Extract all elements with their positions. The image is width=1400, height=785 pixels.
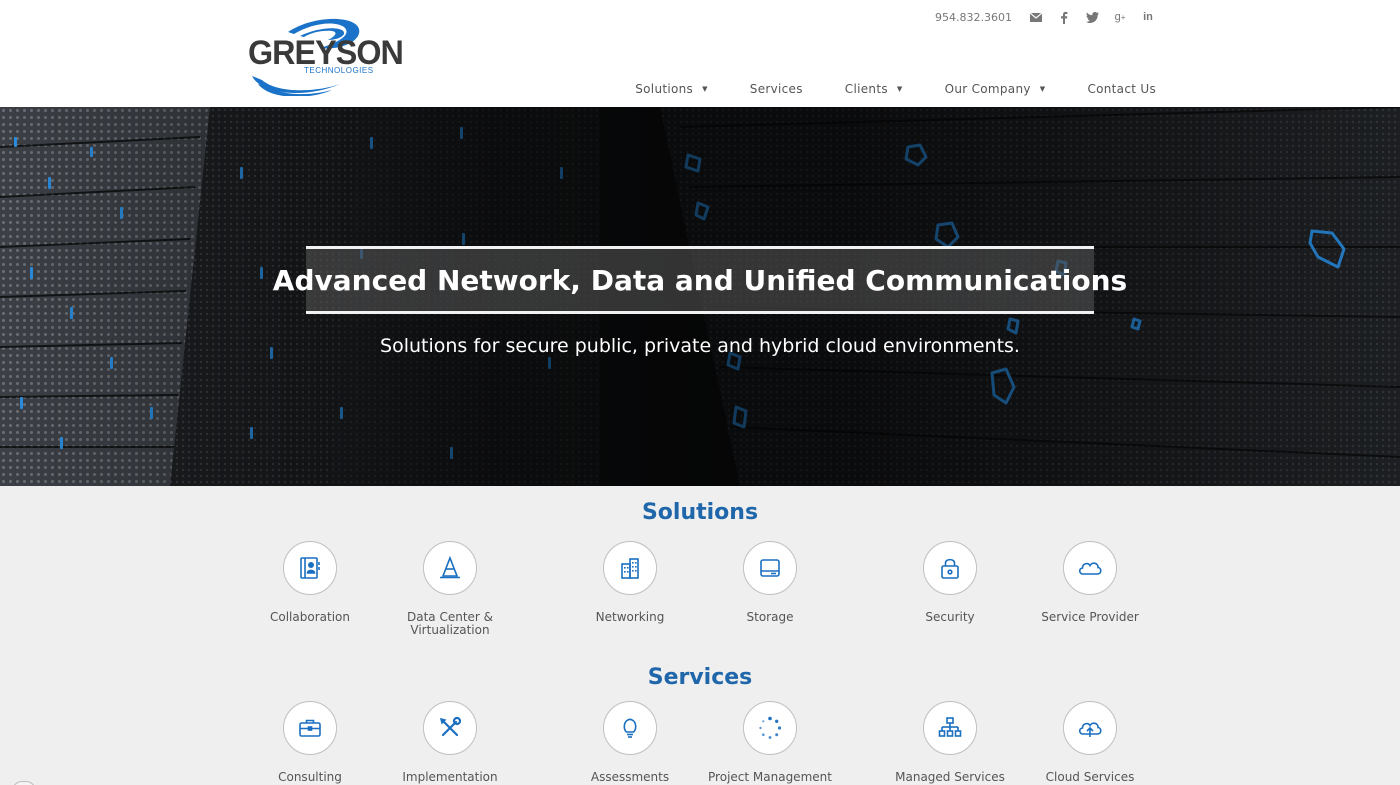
solutions-heading: Solutions [641, 500, 759, 525]
top-contact-bar: 954.832.3601 g + in [935, 8, 1156, 26]
solution-label: Networking [595, 610, 665, 624]
service-consulting[interactable]: Consulting [235, 701, 385, 784]
tools-icon [423, 701, 477, 755]
hard-drive-icon [743, 541, 797, 595]
service-label: Cloud Services [1045, 770, 1135, 784]
nav-services[interactable]: Services [750, 82, 803, 96]
email-icon[interactable] [1028, 9, 1044, 25]
solution-service-provider[interactable]: Service Provider [1015, 541, 1165, 624]
hero-title: Advanced Network, Data and Unified Commu… [272, 263, 1128, 297]
main-navigation: Solutions ▼ Services Clients ▼ Our Company… [593, 82, 1156, 96]
service-managed-services[interactable]: Managed Services [875, 701, 1025, 784]
linkedin-icon[interactable]: in [1140, 9, 1156, 25]
service-project-management[interactable]: Project Management [695, 701, 845, 784]
address-book-icon [283, 541, 337, 595]
solution-label: Collaboration [270, 610, 350, 624]
nav-solutions[interactable]: Solutions ▼ [635, 82, 708, 96]
services-heading: Services [647, 665, 753, 690]
spinner-icon [743, 701, 797, 755]
caret-down-icon: ▼ [702, 85, 708, 93]
solution-collaboration[interactable]: Collaboration [235, 541, 385, 624]
site-header: GREYSON TECHNOLOGIES 954.832.3601 g + in … [0, 0, 1400, 107]
caret-down-icon: ▼ [1039, 85, 1046, 93]
service-cloud-services[interactable]: Cloud Services [1015, 701, 1165, 784]
solution-security[interactable]: Security [875, 541, 1025, 624]
service-label: Consulting [278, 770, 342, 784]
service-label: Assessments [590, 770, 670, 784]
cloud-upload-icon [1063, 701, 1117, 755]
lightbulb-icon [603, 701, 657, 755]
solution-label: Security [925, 610, 975, 624]
solution-data-center[interactable]: Data Center & Virtualization [375, 541, 525, 637]
briefcase-icon [283, 701, 337, 755]
facebook-icon[interactable] [1056, 9, 1072, 25]
service-assessments[interactable]: Assessments [555, 701, 705, 784]
hero-subtitle: Solutions for secure public, private and… [380, 335, 1020, 357]
nav-our-company[interactable]: Our Company ▼ [945, 82, 1046, 96]
caret-down-icon: ▼ [896, 85, 903, 93]
nav-clients[interactable]: Clients ▼ [845, 82, 903, 96]
cloud-icon [1063, 541, 1117, 595]
service-label: Managed Services [895, 770, 1005, 784]
sitemap-icon [923, 701, 977, 755]
phone-number[interactable]: 954.832.3601 [935, 11, 1012, 24]
building-icon [603, 541, 657, 595]
google-plus-icon[interactable]: g + [1112, 9, 1128, 25]
cone-icon [423, 541, 477, 595]
solution-networking[interactable]: Networking [555, 541, 705, 624]
scroll-top-button[interactable] [12, 781, 36, 785]
twitter-icon[interactable] [1084, 9, 1100, 25]
solution-label: Service Provider [1041, 610, 1139, 624]
service-label: Implementation [402, 770, 498, 784]
service-implementation[interactable]: Implementation [375, 701, 525, 784]
hero-banner: Advanced Network, Data and Unified Commu… [0, 107, 1400, 486]
nav-contact-us[interactable]: Contact Us [1087, 82, 1156, 96]
hero-title-box: Advanced Network, Data and Unified Commu… [273, 246, 1127, 314]
lock-icon [923, 541, 977, 595]
service-label: Project Management [708, 770, 832, 784]
solution-label: Storage [746, 610, 794, 624]
logo-wordmark: GREYSON [248, 34, 404, 72]
greyson-logo[interactable]: GREYSON TECHNOLOGIES [248, 18, 404, 96]
solution-label: Data Center & Virtualization [406, 610, 494, 637]
logo-tagline: TECHNOLOGIES [304, 66, 374, 75]
solution-storage[interactable]: Storage [695, 541, 845, 624]
